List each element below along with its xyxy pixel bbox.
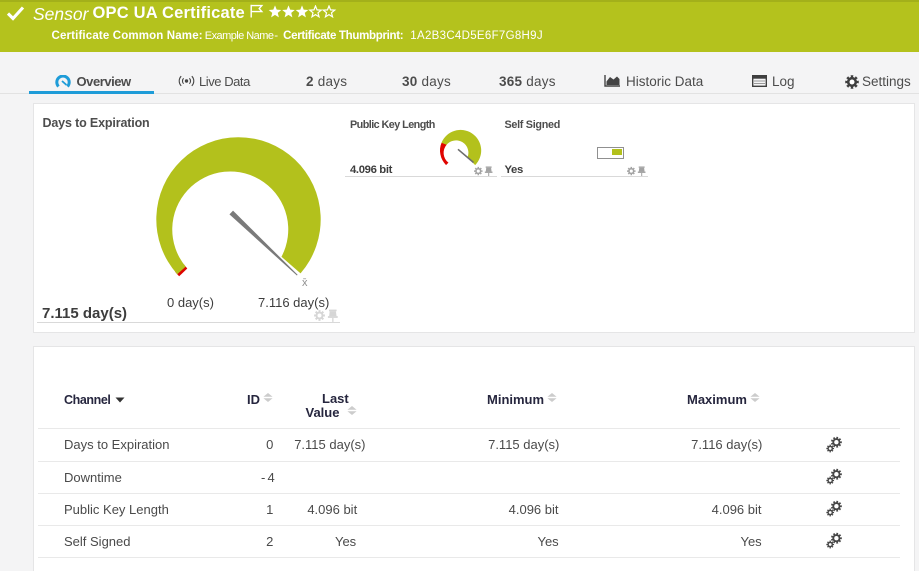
- svg-text:x̄: x̄: [302, 277, 308, 289]
